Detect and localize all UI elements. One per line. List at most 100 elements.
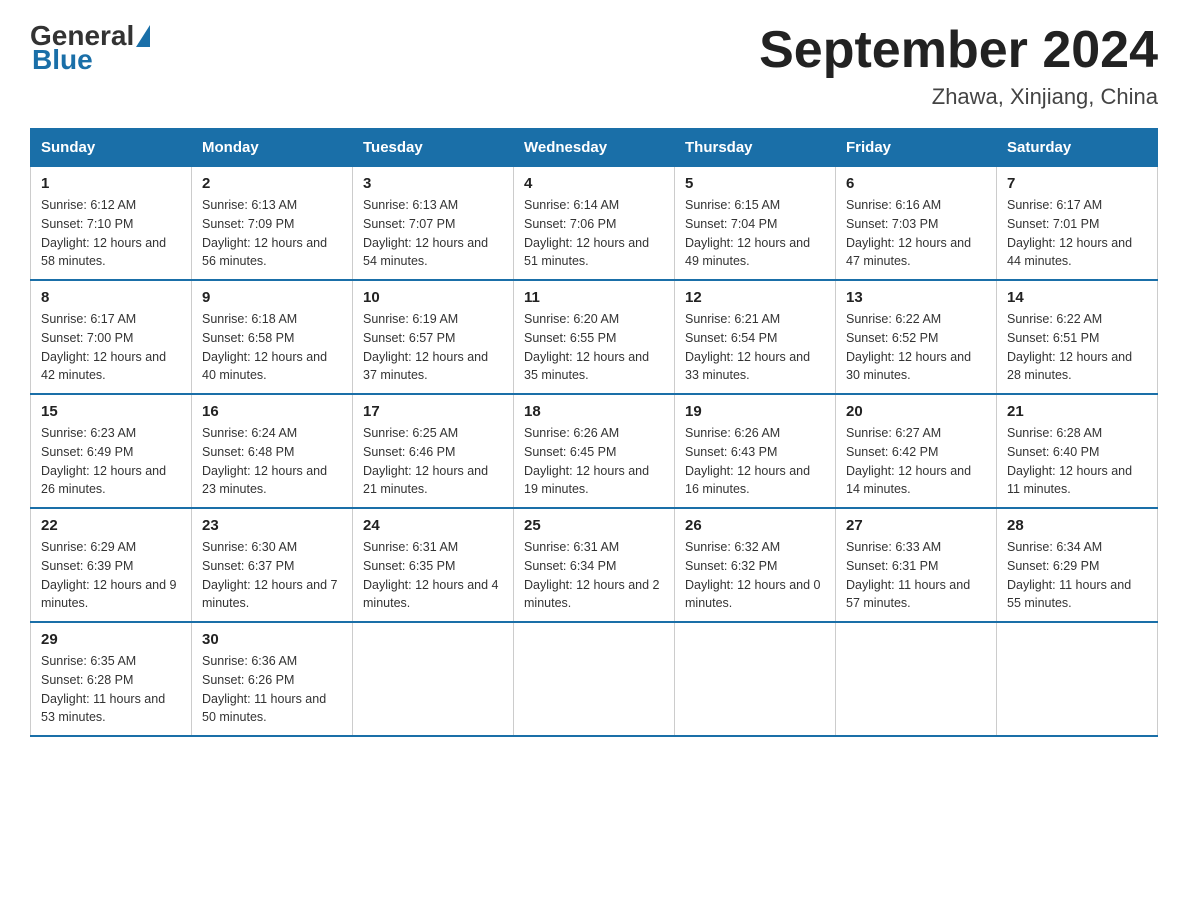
day-number: 16	[202, 403, 342, 420]
calendar-cell: 12 Sunrise: 6:21 AMSunset: 6:54 PMDayligh…	[675, 280, 836, 394]
calendar-week-3: 15 Sunrise: 6:23 AMSunset: 6:49 PMDayligh…	[31, 394, 1158, 508]
day-info: Sunrise: 6:31 AMSunset: 6:35 PMDaylight:…	[363, 538, 503, 613]
day-info: Sunrise: 6:35 AMSunset: 6:28 PMDaylight:…	[41, 652, 181, 727]
day-number: 29	[41, 631, 181, 648]
calendar-cell: 13 Sunrise: 6:22 AMSunset: 6:52 PMDayligh…	[836, 280, 997, 394]
calendar-cell: 20Sunrise: 6:27 AMSunset: 6:42 PMDayligh…	[836, 394, 997, 508]
calendar-cell	[997, 622, 1158, 736]
day-number: 30	[202, 631, 342, 648]
day-number: 6	[846, 175, 986, 192]
title-block: September 2024 Zhawa, Xinjiang, China	[759, 20, 1158, 110]
calendar-cell: 1 Sunrise: 6:12 AMSunset: 7:10 PMDaylight…	[31, 167, 192, 281]
calendar-cell	[514, 622, 675, 736]
day-number: 3	[363, 175, 503, 192]
day-info: Sunrise: 6:28 AMSunset: 6:40 PMDaylight:…	[1007, 424, 1147, 499]
day-info: Sunrise: 6:27 AMSunset: 6:42 PMDaylight:…	[846, 424, 986, 499]
day-info: Sunrise: 6:13 AMSunset: 7:09 PMDaylight:…	[202, 196, 342, 271]
day-info: Sunrise: 6:22 AMSunset: 6:52 PMDaylight:…	[846, 310, 986, 385]
day-number: 21	[1007, 403, 1147, 420]
calendar-cell: 6 Sunrise: 6:16 AMSunset: 7:03 PMDaylight…	[836, 167, 997, 281]
day-number: 5	[685, 175, 825, 192]
calendar-cell: 18 Sunrise: 6:26 AMSunset: 6:45 PMDayligh…	[514, 394, 675, 508]
calendar-week-4: 22 Sunrise: 6:29 AMSunset: 6:39 PMDayligh…	[31, 508, 1158, 622]
day-info: Sunrise: 6:36 AMSunset: 6:26 PMDaylight:…	[202, 652, 342, 727]
header-sunday: Sunday	[31, 129, 192, 167]
calendar-cell: 27 Sunrise: 6:33 AMSunset: 6:31 PMDayligh…	[836, 508, 997, 622]
calendar-cell: 23 Sunrise: 6:30 AMSunset: 6:37 PMDayligh…	[192, 508, 353, 622]
day-info: Sunrise: 6:14 AMSunset: 7:06 PMDaylight:…	[524, 196, 664, 271]
calendar-cell: 30 Sunrise: 6:36 AMSunset: 6:26 PMDayligh…	[192, 622, 353, 736]
day-info: Sunrise: 6:16 AMSunset: 7:03 PMDaylight:…	[846, 196, 986, 271]
calendar-header: Sunday Monday Tuesday Wednesday Thursday…	[31, 129, 1158, 167]
day-number: 4	[524, 175, 664, 192]
calendar-cell: 11 Sunrise: 6:20 AMSunset: 6:55 PMDayligh…	[514, 280, 675, 394]
day-number: 15	[41, 403, 181, 420]
day-number: 8	[41, 289, 181, 306]
calendar-week-1: 1 Sunrise: 6:12 AMSunset: 7:10 PMDaylight…	[31, 167, 1158, 281]
day-number: 23	[202, 517, 342, 534]
day-info: Sunrise: 6:29 AMSunset: 6:39 PMDaylight:…	[41, 538, 181, 613]
calendar-body: 1 Sunrise: 6:12 AMSunset: 7:10 PMDaylight…	[31, 167, 1158, 737]
header-wednesday: Wednesday	[514, 129, 675, 167]
calendar-week-5: 29 Sunrise: 6:35 AMSunset: 6:28 PMDayligh…	[31, 622, 1158, 736]
calendar-cell: 8 Sunrise: 6:17 AMSunset: 7:00 PMDaylight…	[31, 280, 192, 394]
day-number: 14	[1007, 289, 1147, 306]
calendar-cell: 14 Sunrise: 6:22 AMSunset: 6:51 PMDayligh…	[997, 280, 1158, 394]
header-friday: Friday	[836, 129, 997, 167]
day-number: 11	[524, 289, 664, 306]
day-number: 13	[846, 289, 986, 306]
day-info: Sunrise: 6:32 AMSunset: 6:32 PMDaylight:…	[685, 538, 825, 613]
logo-blue-text: Blue	[32, 44, 93, 76]
header-row: Sunday Monday Tuesday Wednesday Thursday…	[31, 129, 1158, 167]
day-info: Sunrise: 6:23 AMSunset: 6:49 PMDaylight:…	[41, 424, 181, 499]
day-info: Sunrise: 6:30 AMSunset: 6:37 PMDaylight:…	[202, 538, 342, 613]
day-number: 22	[41, 517, 181, 534]
day-info: Sunrise: 6:15 AMSunset: 7:04 PMDaylight:…	[685, 196, 825, 271]
day-number: 10	[363, 289, 503, 306]
day-info: Sunrise: 6:33 AMSunset: 6:31 PMDaylight:…	[846, 538, 986, 613]
day-info: Sunrise: 6:17 AMSunset: 7:00 PMDaylight:…	[41, 310, 181, 385]
calendar-cell: 21 Sunrise: 6:28 AMSunset: 6:40 PMDayligh…	[997, 394, 1158, 508]
calendar-cell: 15 Sunrise: 6:23 AMSunset: 6:49 PMDayligh…	[31, 394, 192, 508]
day-number: 26	[685, 517, 825, 534]
header-monday: Monday	[192, 129, 353, 167]
day-info: Sunrise: 6:19 AMSunset: 6:57 PMDaylight:…	[363, 310, 503, 385]
calendar-table: Sunday Monday Tuesday Wednesday Thursday…	[30, 128, 1158, 737]
header-tuesday: Tuesday	[353, 129, 514, 167]
day-info: Sunrise: 6:31 AMSunset: 6:34 PMDaylight:…	[524, 538, 664, 613]
header-saturday: Saturday	[997, 129, 1158, 167]
page-header: General Blue September 2024 Zhawa, Xinji…	[30, 20, 1158, 110]
calendar-cell: 19 Sunrise: 6:26 AMSunset: 6:43 PMDayligh…	[675, 394, 836, 508]
day-number: 7	[1007, 175, 1147, 192]
calendar-cell: 22 Sunrise: 6:29 AMSunset: 6:39 PMDayligh…	[31, 508, 192, 622]
calendar-cell: 3 Sunrise: 6:13 AMSunset: 7:07 PMDaylight…	[353, 167, 514, 281]
header-thursday: Thursday	[675, 129, 836, 167]
calendar-cell: 5 Sunrise: 6:15 AMSunset: 7:04 PMDaylight…	[675, 167, 836, 281]
day-number: 27	[846, 517, 986, 534]
day-number: 12	[685, 289, 825, 306]
day-info: Sunrise: 6:12 AMSunset: 7:10 PMDaylight:…	[41, 196, 181, 271]
day-info: Sunrise: 6:22 AMSunset: 6:51 PMDaylight:…	[1007, 310, 1147, 385]
day-number: 18	[524, 403, 664, 420]
day-number: 19	[685, 403, 825, 420]
day-info: Sunrise: 6:13 AMSunset: 7:07 PMDaylight:…	[363, 196, 503, 271]
calendar-cell: 26 Sunrise: 6:32 AMSunset: 6:32 PMDayligh…	[675, 508, 836, 622]
calendar-cell: 7Sunrise: 6:17 AMSunset: 7:01 PMDaylight…	[997, 167, 1158, 281]
logo: General Blue	[30, 20, 160, 76]
logo-triangle-icon	[136, 25, 150, 47]
day-number: 24	[363, 517, 503, 534]
calendar-cell: 9 Sunrise: 6:18 AMSunset: 6:58 PMDaylight…	[192, 280, 353, 394]
day-info: Sunrise: 6:24 AMSunset: 6:48 PMDaylight:…	[202, 424, 342, 499]
calendar-cell: 29 Sunrise: 6:35 AMSunset: 6:28 PMDayligh…	[31, 622, 192, 736]
day-info: Sunrise: 6:21 AMSunset: 6:54 PMDaylight:…	[685, 310, 825, 385]
calendar-cell: 17Sunrise: 6:25 AMSunset: 6:46 PMDayligh…	[353, 394, 514, 508]
day-info: Sunrise: 6:20 AMSunset: 6:55 PMDaylight:…	[524, 310, 664, 385]
day-number: 9	[202, 289, 342, 306]
calendar-subtitle: Zhawa, Xinjiang, China	[759, 84, 1158, 110]
day-info: Sunrise: 6:26 AMSunset: 6:43 PMDaylight:…	[685, 424, 825, 499]
calendar-cell: 16 Sunrise: 6:24 AMSunset: 6:48 PMDayligh…	[192, 394, 353, 508]
day-info: Sunrise: 6:26 AMSunset: 6:45 PMDaylight:…	[524, 424, 664, 499]
day-info: Sunrise: 6:18 AMSunset: 6:58 PMDaylight:…	[202, 310, 342, 385]
day-number: 1	[41, 175, 181, 192]
day-info: Sunrise: 6:25 AMSunset: 6:46 PMDaylight:…	[363, 424, 503, 499]
